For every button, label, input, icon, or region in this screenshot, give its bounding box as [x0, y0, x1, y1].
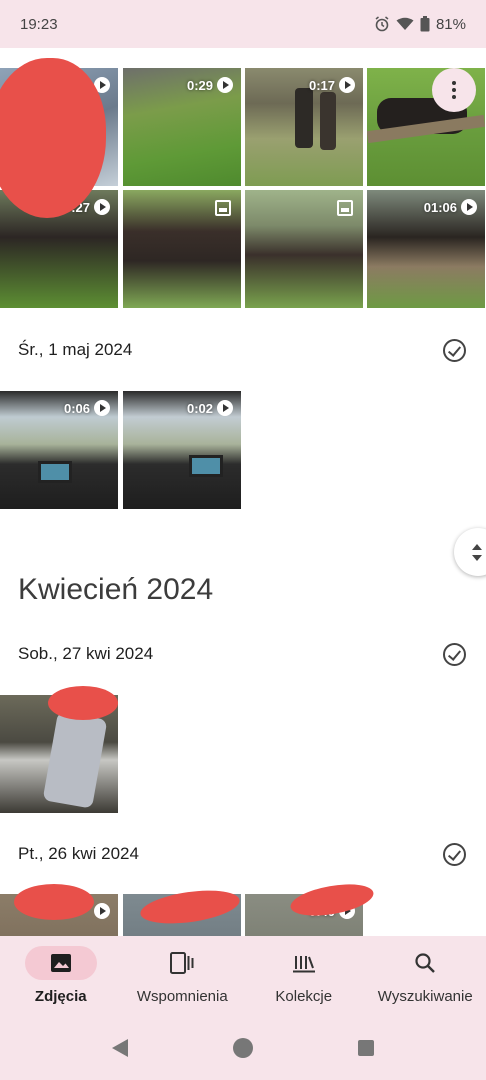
- nav-item-photos[interactable]: Zdjęcia: [1, 946, 121, 1005]
- back-icon[interactable]: [112, 1039, 128, 1057]
- date-label: Sob., 27 kwi 2024: [18, 644, 154, 663]
- photo-type-icon: [337, 200, 353, 216]
- redaction-mark: [48, 686, 118, 720]
- play-icon: [94, 199, 110, 215]
- nav-item-collections[interactable]: Kolekcje: [244, 946, 364, 1005]
- play-icon: [461, 199, 477, 215]
- scroll-down-icon: [472, 554, 482, 561]
- memories-icon: [170, 952, 194, 974]
- system-navigation-bar: [0, 1016, 486, 1080]
- photo-thumbnail[interactable]: 0:02: [123, 391, 241, 509]
- video-duration-badge: 01:06: [424, 199, 477, 215]
- redaction-mark: [14, 884, 94, 920]
- nav-label: Wyszukiwanie: [377, 988, 473, 1005]
- photo-timeline[interactable]: 0:29 0:17 :27 01:06 Śr., 1 maj 2024 0:06…: [0, 48, 486, 936]
- nav-label: Wspomnienia: [136, 988, 228, 1005]
- photo-thumbnail[interactable]: [123, 190, 241, 308]
- alarm-icon: [375, 16, 389, 32]
- search-icon: [415, 953, 436, 973]
- play-icon: [339, 77, 355, 93]
- play-icon: [217, 77, 233, 93]
- photo-thumbnail[interactable]: 01:06: [367, 190, 485, 308]
- collections-icon: [292, 956, 315, 973]
- video-duration-badge: 0:17: [309, 77, 355, 93]
- date-header: Pt., 26 kwi 2024: [0, 834, 486, 874]
- month-heading: Kwiecień 2024: [18, 573, 214, 606]
- scroll-up-icon: [472, 543, 482, 550]
- nav-item-search[interactable]: Wyszukiwanie: [365, 946, 485, 1005]
- status-time: 19:23: [20, 15, 58, 33]
- status-icons: 81%: [374, 16, 466, 33]
- battery-percent: 81%: [435, 15, 466, 33]
- nav-label: Kolekcje: [275, 988, 333, 1005]
- video-duration-badge: 0:02: [187, 400, 233, 416]
- recents-icon[interactable]: [358, 1040, 374, 1056]
- photo-thumbnail[interactable]: 0:06: [0, 391, 118, 509]
- photo-icon: [50, 954, 71, 972]
- home-icon[interactable]: [233, 1038, 253, 1058]
- video-duration-badge: [94, 903, 110, 919]
- date-label: Śr., 1 maj 2024: [18, 340, 133, 359]
- video-duration-badge: 0:06: [64, 400, 110, 416]
- select-all-check-icon[interactable]: [443, 642, 466, 666]
- photo-type-icon: [215, 200, 231, 216]
- select-all-check-icon[interactable]: [443, 338, 466, 362]
- more-options-button[interactable]: [432, 68, 476, 112]
- nav-item-memories[interactable]: Wspomnienia: [122, 946, 242, 1005]
- photo-thumbnail[interactable]: 0:17: [245, 68, 363, 186]
- status-bar: 19:23 81%: [0, 0, 486, 48]
- select-all-check-icon[interactable]: [443, 842, 466, 866]
- play-icon: [94, 400, 110, 416]
- photo-thumbnail[interactable]: [245, 190, 363, 308]
- date-header: Sob., 27 kwi 2024: [0, 634, 486, 674]
- wifi-icon: [396, 17, 414, 30]
- play-icon: [94, 903, 110, 919]
- nav-active-pill: [24, 946, 97, 980]
- video-duration-badge: 0:29: [187, 77, 233, 93]
- photo-thumbnail[interactable]: 0:29: [123, 68, 241, 186]
- date-header: Śr., 1 maj 2024: [0, 330, 486, 370]
- date-label: Pt., 26 kwi 2024: [18, 844, 139, 863]
- battery-icon: [420, 16, 430, 32]
- nav-label: Zdjęcia: [34, 988, 87, 1005]
- play-icon: [217, 400, 233, 416]
- bottom-navigation: Zdjęcia Wspomnienia Kolekcje Wyszukiwani…: [0, 936, 486, 1016]
- more-vert-icon: [452, 81, 456, 99]
